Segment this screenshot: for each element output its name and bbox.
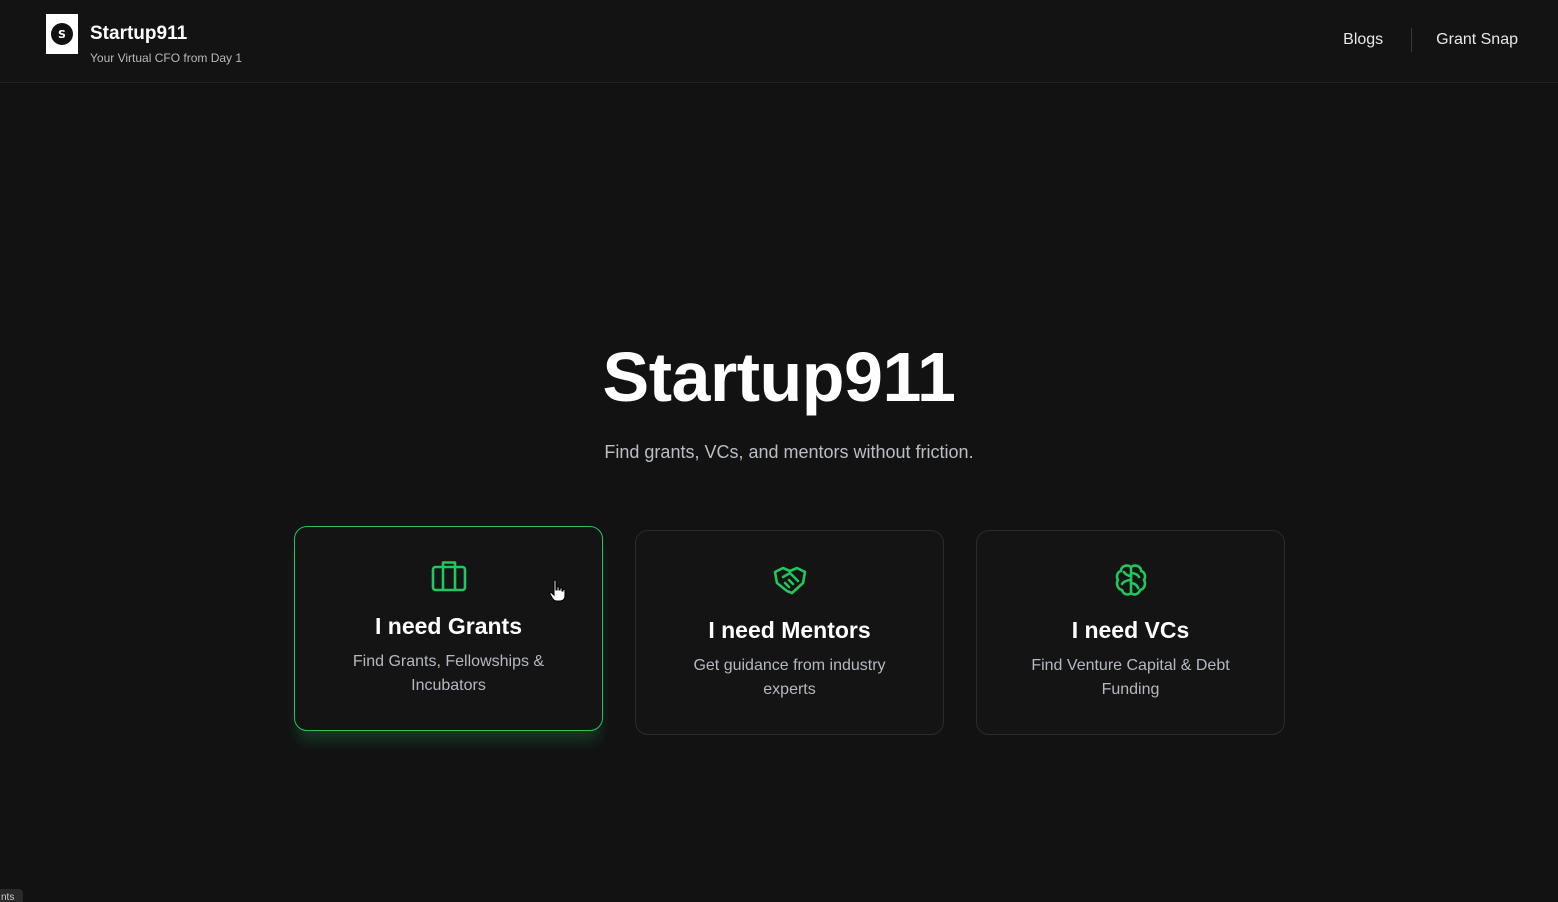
- status-tab[interactable]: nts: [0, 889, 23, 902]
- card-description: Get guidance from industry experts: [693, 657, 886, 698]
- vcs-card[interactable]: I need VCs Find Venture Capital & Debt F…: [976, 530, 1285, 735]
- grants-card[interactable]: I need Grants Find Grants, Fellowships &…: [294, 526, 603, 731]
- brain-icon: [977, 563, 1284, 597]
- top-nav: Blogs Grant Snap: [1343, 28, 1518, 52]
- card-description: Find Grants, Fellowships & Incubators: [352, 653, 545, 694]
- hand-pointer-icon: [549, 579, 567, 608]
- brand-tagline: Your Virtual CFO from Day 1: [90, 51, 243, 65]
- card-title: I need VCs: [1071, 617, 1190, 643]
- logo[interactable]: S: [46, 14, 78, 54]
- hero-subtitle: Find grants, VCs, and mentors without fr…: [604, 442, 974, 462]
- card-title: I need Mentors: [708, 617, 871, 643]
- brand-name[interactable]: Startup911: [90, 23, 187, 45]
- handshake-icon: [636, 563, 943, 597]
- site-header: S Startup911 Your Virtual CFO from Day 1…: [0, 0, 1558, 83]
- nav-link-blogs[interactable]: Blogs: [1343, 31, 1383, 49]
- card-description: Find Venture Capital & Debt Funding: [1031, 657, 1230, 698]
- logo-mark: S: [51, 23, 73, 45]
- nav-divider: [1411, 28, 1413, 52]
- card-title: I need Grants: [375, 613, 522, 639]
- hero-title: Startup911: [602, 338, 956, 416]
- nav-link-grant-snap[interactable]: Grant Snap: [1436, 31, 1518, 49]
- mentors-card[interactable]: I need Mentors Get guidance from industr…: [635, 530, 944, 735]
